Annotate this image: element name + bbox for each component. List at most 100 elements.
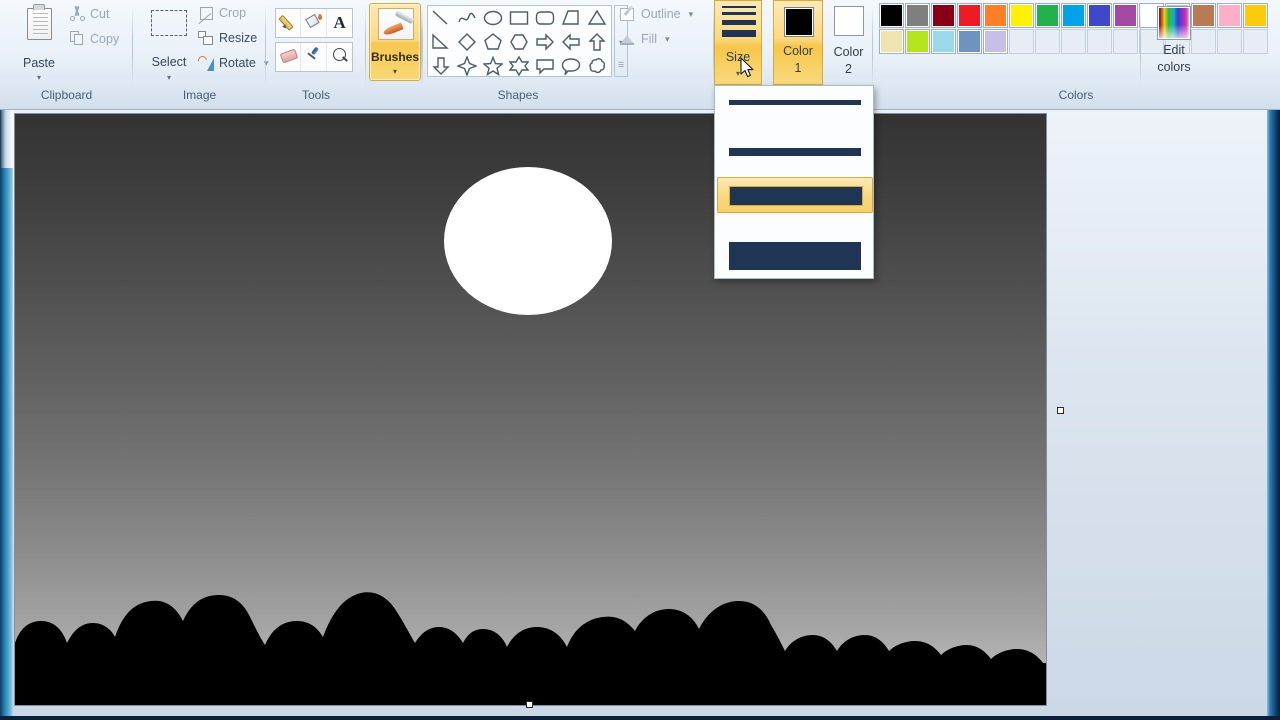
ribbon-group-shapes: ▴ ▾ ☰ Shapes [422,0,628,108]
size-1px-bar [729,100,861,105]
group-divider [422,6,423,86]
fill-tool-button[interactable] [301,9,327,37]
size-dropdown-menu[interactable] [714,85,874,279]
window-frame-right [1267,110,1280,720]
magnifier-tool-button[interactable] [327,43,352,71]
color-swatch-r2c8[interactable] [931,29,956,54]
cut-button[interactable]: Cut [70,6,109,21]
window-frame-left [0,168,13,720]
shape-down-arrow[interactable] [428,54,454,76]
group-label-colors: Colors [1058,88,1094,102]
size-5px[interactable] [717,177,873,213]
outline-button[interactable]: Outline ▾ [620,6,693,22]
color-swatch-r2c5[interactable] [1243,3,1268,28]
select-button[interactable]: Select ▾ [141,4,197,86]
color2-swatch[interactable] [834,6,864,36]
edit-colors-button[interactable]: Edit colors [1148,3,1200,83]
color-swatch-r3c1[interactable] [1009,29,1034,54]
drawing-canvas[interactable] [14,113,1047,706]
shape-cloud-callout[interactable] [584,54,610,76]
paste-button[interactable]: Paste ▾ [14,4,64,86]
color-swatch-r3c5[interactable] [1113,29,1138,54]
crop-button[interactable]: Crop [198,5,246,21]
shape-right-triangle[interactable] [428,30,454,54]
color-swatch-r1c8[interactable] [1061,3,1086,28]
rotate-icon [196,54,214,71]
size-8px[interactable] [717,236,873,276]
fill-button[interactable]: Fill ▾ [620,31,670,47]
shape-polygon[interactable] [558,6,584,30]
chevron-down-icon: ▾ [664,33,670,44]
color-swatch-r3c9[interactable] [1217,29,1242,54]
crop-label: Crop [219,6,247,20]
size-3px[interactable] [717,142,873,162]
shape-up-arrow[interactable] [584,30,610,54]
eraser-icon [281,50,298,62]
shape-curve[interactable] [454,6,480,30]
color-swatch-r1c2[interactable] [905,3,930,28]
color1-button[interactable]: Color 1 [773,0,823,85]
text-tool-button[interactable]: A [327,9,352,37]
color-swatch-r1c7[interactable] [1035,3,1060,28]
color-swatch-r3c4[interactable] [1087,29,1112,54]
eraser-tool-button[interactable] [276,43,302,71]
shape-pentagon[interactable] [480,30,506,54]
ribbon-group-colors: Colors [872,0,1280,108]
color2-button[interactable]: Color 2 [825,0,872,85]
shape-left-arrow[interactable] [558,30,584,54]
color-wheel-icon [1157,6,1191,40]
shape-line[interactable] [428,6,454,30]
color-swatch-r2c6[interactable] [879,29,904,54]
color-swatch-r2c4[interactable] [1217,3,1242,28]
shape-diamond[interactable] [454,30,480,54]
color1-swatch[interactable] [784,7,814,37]
shape-hexagon[interactable] [506,30,532,54]
color-swatch-r1c3[interactable] [931,3,956,28]
bottom-resize-handle[interactable] [526,701,533,708]
color-swatch-r3c3[interactable] [1061,29,1086,54]
shape-triangle[interactable] [584,6,610,30]
shape-right-arrow[interactable] [532,30,558,54]
color-swatch-r3c2[interactable] [1035,29,1060,54]
shape-oval-callout[interactable] [558,54,584,76]
size-1px[interactable] [717,94,873,111]
color-swatch-r2c9[interactable] [957,29,982,54]
color-swatch-r1c10[interactable] [1113,3,1138,28]
color-swatch-r1c1[interactable] [879,3,904,28]
copy-icon [70,31,85,46]
color-swatch-r2c10[interactable] [983,29,1008,54]
rotate-button[interactable]: Rotate ▾ [196,54,268,71]
color-swatch-r3c10[interactable] [1243,29,1268,54]
copy-button[interactable]: Copy [70,31,119,46]
group-label-image: Image [182,88,217,102]
ribbon-group-brushes: Brushes ▾ [366,0,422,108]
text-icon: A [333,13,346,32]
group-label-clipboard: Clipboard [40,88,93,102]
workspace [13,110,1267,716]
shape-five-point-star[interactable] [480,54,506,76]
color-swatch-r1c5[interactable] [983,3,1008,28]
color-swatch-r2c7[interactable] [905,29,930,54]
brushes-button[interactable]: Brushes ▾ [369,3,421,81]
ribbon-group-tools: A Tools [266,0,366,108]
chevron-down-icon: ▾ [36,73,41,82]
brushes-label: Brushes [370,50,420,64]
pencil-tool-button[interactable] [276,9,302,37]
right-resize-handle[interactable] [1057,407,1064,414]
size-button[interactable]: Size ▾ [714,0,762,85]
size-preview-icon [722,6,756,38]
shape-oval[interactable] [480,6,506,30]
clipboard-icon [27,8,52,40]
color-swatch-r1c9[interactable] [1087,3,1112,28]
ribbon-group-clipboard: Paste ▾ Cut Copy Clipboard [0,0,133,108]
color-swatch-r1c4[interactable] [957,3,982,28]
shape-rounded-rectangular-callout[interactable] [532,54,558,76]
color-picker-tool-button[interactable] [301,43,327,71]
shape-rounded-rectangle[interactable] [532,6,558,30]
shape-rectangle[interactable] [506,6,532,30]
resize-icon [198,30,214,46]
color-swatch-r1c6[interactable] [1009,3,1034,28]
shape-six-point-star[interactable] [506,54,532,76]
shape-four-point-star[interactable] [454,54,480,76]
resize-button[interactable]: Resize [198,30,257,46]
